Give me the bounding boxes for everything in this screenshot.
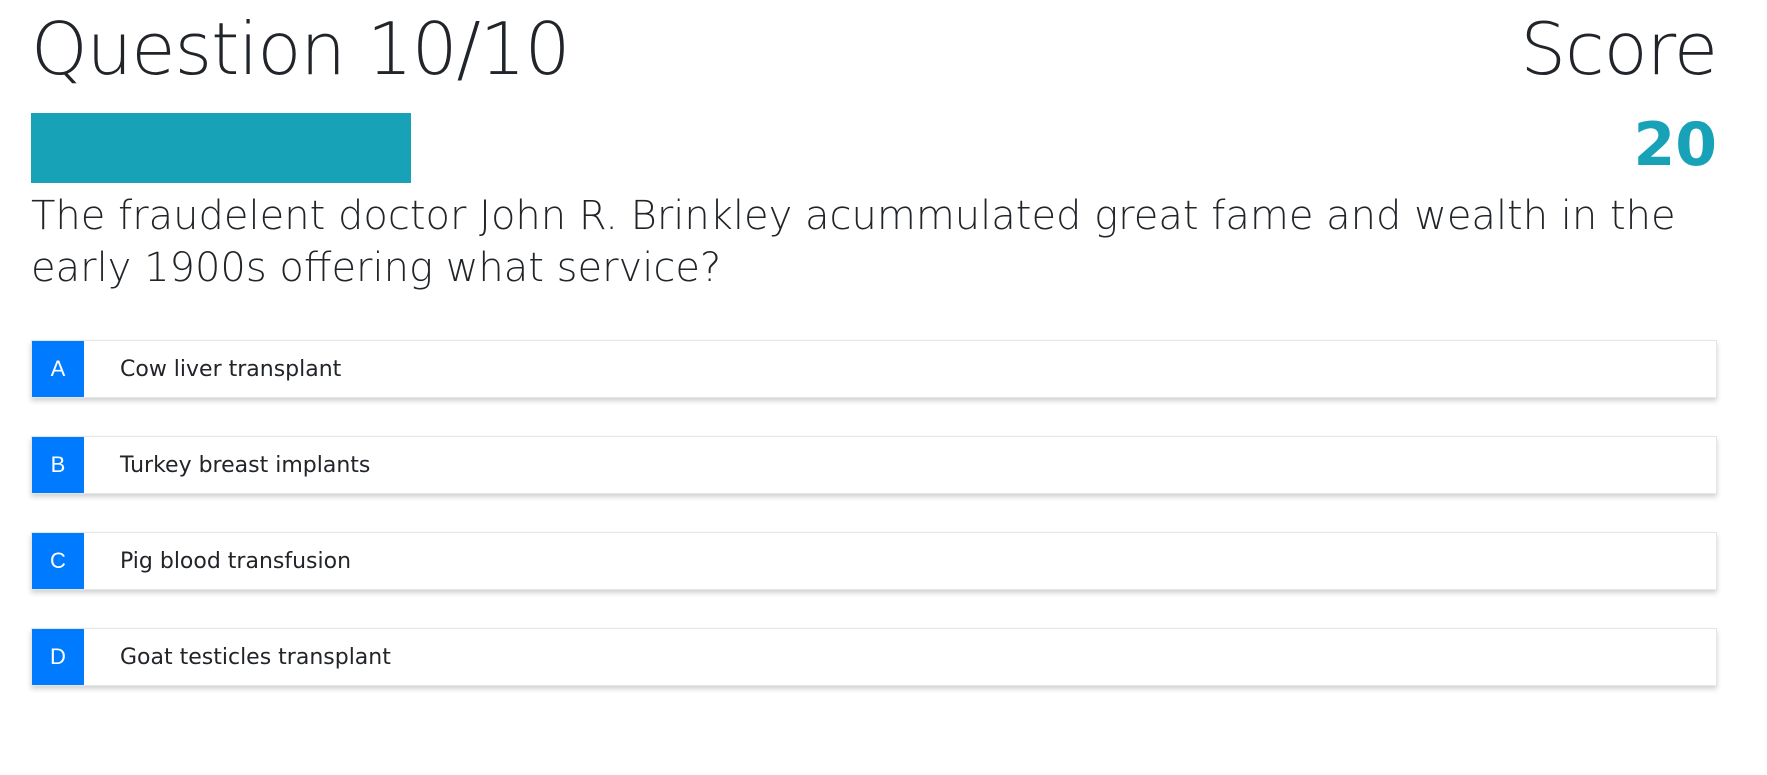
question-text: The fraudelent doctor John R. Brinkley a… (31, 193, 1676, 291)
quiz-header: Question 10/10 Score (31, 0, 1718, 100)
choice-text: Pig blood transfusion (120, 548, 352, 574)
question-counter: Question 10/10 (31, 7, 570, 91)
choice-option-c[interactable]: C Pig blood transfusion (31, 532, 1717, 590)
choice-option-a[interactable]: A Cow liver transplant (31, 340, 1717, 398)
score-value: 20 (1633, 110, 1718, 180)
progress-bar (31, 113, 411, 183)
choice-prefix: B (32, 437, 84, 493)
choice-prefix: C (32, 533, 84, 589)
choice-option-b[interactable]: B Turkey breast implants (31, 436, 1717, 494)
choice-prefix: A (32, 341, 84, 397)
score-label: Score (1520, 7, 1718, 91)
choice-text: Cow liver transplant (120, 356, 342, 382)
choice-text: Turkey breast implants (120, 452, 371, 478)
quiz-container: Question 10/10 Score 20 The fraudelent d… (31, 0, 1718, 686)
progress-row: 20 (31, 100, 1717, 184)
progress-bar-fill (31, 113, 411, 183)
choice-list: A Cow liver transplant B Turkey breast i… (31, 340, 1717, 724)
choice-option-d[interactable]: D Goat testicles transplant (31, 628, 1717, 686)
choice-text: Goat testicles transplant (120, 644, 391, 670)
choice-prefix: D (32, 629, 84, 685)
